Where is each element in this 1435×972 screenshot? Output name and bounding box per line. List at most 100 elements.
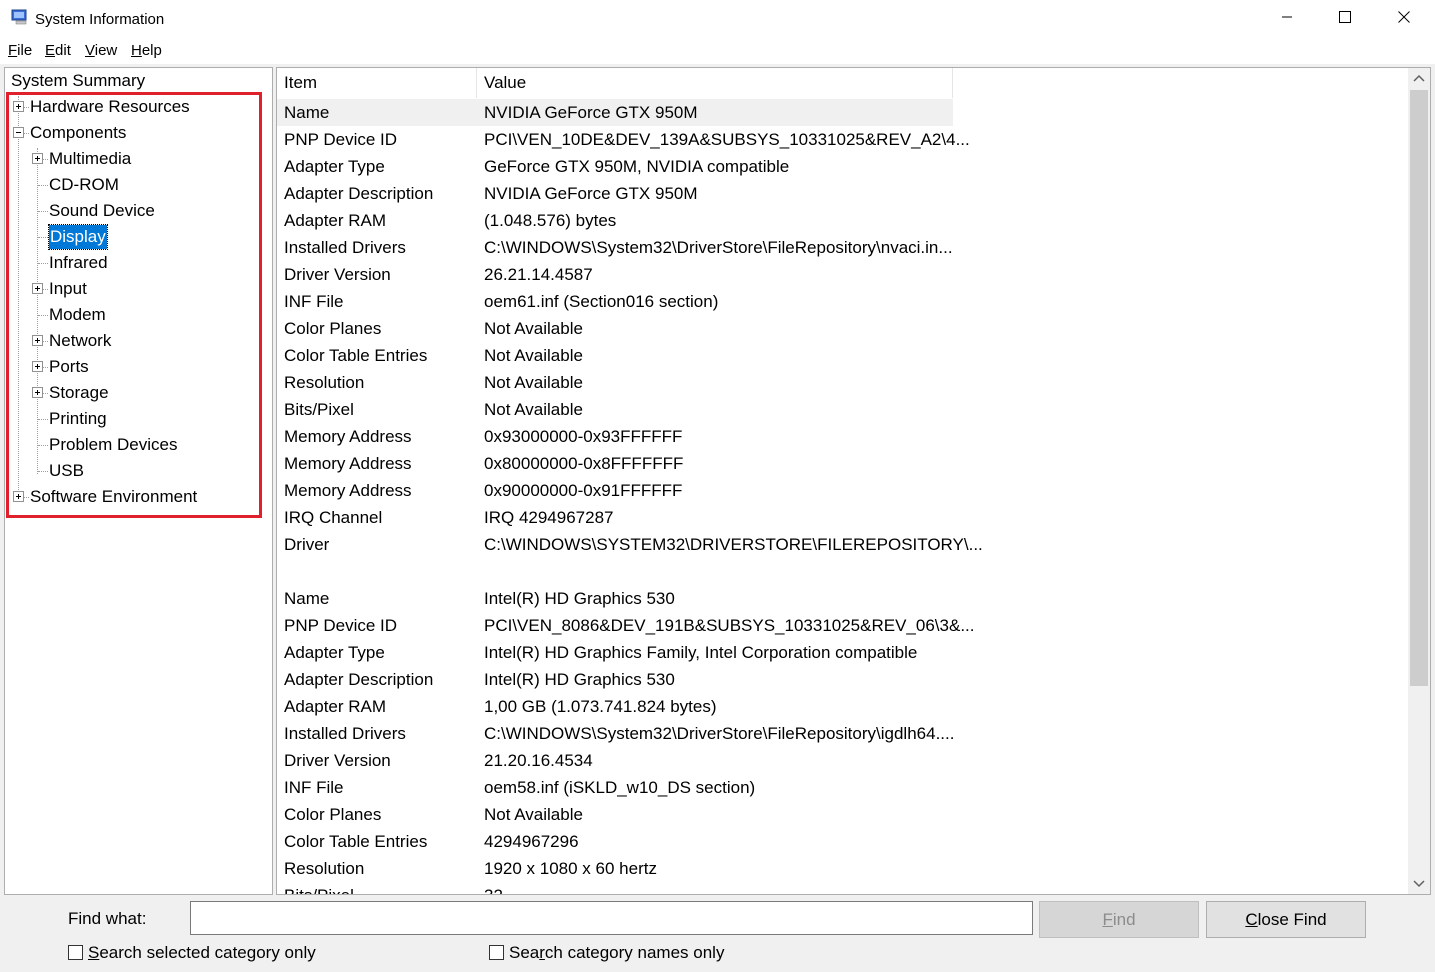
tree-item-label: Infrared [49,253,108,272]
table-row[interactable]: Bits/Pixel Not Available [277,396,953,423]
cell-value: NVIDIA GeForce GTX 950M [484,184,698,203]
table-row[interactable]: PNP Device ID PCI\VEN_8086&DEV_191B&SUBSY… [277,612,975,639]
column-header-value[interactable]: Value [477,68,953,98]
table-row[interactable]: Driver Version 26.21.14.4587 [277,261,953,288]
cell-value: 0x80000000-0x8FFFFFFF [484,454,684,473]
cell-value: Not Available [484,805,583,824]
cell-value: oem61.inf (Section016 section) [484,292,719,311]
table-row[interactable]: Adapter Type GeForce GTX 950M, NVIDIA com… [277,153,953,180]
category-tree[interactable]: System Summary Hardware Resources Componen… [4,67,273,895]
expand-plus-icon[interactable] [32,153,43,164]
tree-item-label: Problem Devices [49,435,178,454]
table-row[interactable]: Color Planes Not Available [277,315,953,342]
cell-item: Name [284,589,330,608]
table-row[interactable]: Installed Drivers C:\WINDOWS\System32\Dri… [277,720,954,747]
cell-item: Bits/Pixel [284,400,354,419]
table-row[interactable]: Driver C:\WINDOWS\SYSTEM32\DRIVERSTORE\FI… [277,531,983,558]
table-row[interactable]: Driver Version 21.20.16.4534 [277,747,953,774]
find-button[interactable]: Find [1039,901,1199,938]
scroll-up-button[interactable] [1408,68,1430,88]
table-row[interactable]: Resolution 1920 x 1080 x 60 hertz [277,855,953,882]
tree-item-software-environment[interactable]: Software Environment [5,485,265,509]
search-category-names-checkbox[interactable] [489,945,504,960]
search-category-names-label[interactable]: Search category names only [509,943,724,963]
expand-plus-icon[interactable] [32,387,43,398]
tree-item-usb[interactable]: USB [5,459,265,483]
search-selected-category-label[interactable]: Search selected category only [88,943,316,963]
table-row[interactable]: Memory Address 0x80000000-0x8FFFFFFF [277,450,953,477]
cell-item: IRQ Channel [284,508,383,527]
tree-item-hardware-resources[interactable]: Hardware Resources [5,95,265,119]
tree-connector-line [38,471,48,472]
cell-item: Adapter RAM [284,211,387,230]
minimize-button[interactable] [1258,0,1316,38]
search-selected-category-checkbox[interactable] [68,945,83,960]
expand-plus-icon[interactable] [32,335,43,346]
table-row[interactable]: Color Table Entries Not Available [277,342,953,369]
table-row[interactable] [277,558,953,585]
cell-item: Memory Address [284,427,412,446]
tree-item-label: Modem [49,305,106,324]
details-list[interactable]: Item Value Name NVIDIA GeForce GTX 950M PN… [276,67,1431,895]
table-row[interactable]: Installed Drivers C:\WINDOWS\System32\Dri… [277,234,953,261]
table-row[interactable]: Adapter Type Intel(R) HD Graphics Family,… [277,639,953,666]
cell-value: Intel(R) HD Graphics 530 [484,670,675,689]
expand-plus-icon[interactable] [32,361,43,372]
table-row[interactable]: Adapter Description NVIDIA GeForce GTX 95… [277,180,953,207]
tree-item-printing[interactable]: Printing [5,407,265,431]
cell-value: Not Available [484,400,583,419]
tree-item-ports[interactable]: Ports [5,355,265,379]
column-header-item[interactable]: Item [277,68,477,98]
cell-item: Color Table Entries [284,832,428,851]
tree-item-label: Software Environment [30,487,198,506]
find-bar: Find what: Find Close Find Search select… [0,896,1435,972]
expand-plus-icon[interactable] [32,283,43,294]
cell-value: Intel(R) HD Graphics Family, Intel Corpo… [484,643,918,662]
tree-item-network[interactable]: Network [5,329,265,353]
expand-plus-icon[interactable] [13,101,24,112]
table-row[interactable]: Adapter RAM 1,00 GB (1.073.741.824 bytes) [277,693,953,720]
cell-item: Bits/Pixel [284,882,354,894]
cell-value: 1920 x 1080 x 60 hertz [484,859,657,878]
menu-file[interactable]: File [8,42,32,59]
table-row[interactable]: Memory Address 0x93000000-0x93FFFFFF [277,423,953,450]
menu-help[interactable]: Help [131,42,162,59]
table-row[interactable]: INF File oem61.inf (Section016 section) [277,288,953,315]
tree-item-cd-rom[interactable]: CD-ROM [5,173,265,197]
vertical-scrollbar[interactable] [1408,68,1430,894]
cell-value: 0x93000000-0x93FFFFFF [484,427,683,446]
table-row[interactable]: Name NVIDIA GeForce GTX 950M [277,99,953,126]
table-row[interactable]: Adapter RAM (1.048.576) bytes [277,207,953,234]
tree-item-multimedia[interactable]: Multimedia [5,147,265,171]
table-row[interactable]: PNP Device ID PCI\VEN_10DE&DEV_139A&SUBSY… [277,126,970,153]
tree-item-components[interactable]: Components [5,121,265,145]
tree-connector-line [38,185,48,186]
table-row[interactable]: Memory Address 0x90000000-0x91FFFFFF [277,477,953,504]
tree-item-input[interactable]: Input [5,277,265,301]
tree-item-sound-device[interactable]: Sound Device [5,199,265,223]
find-what-input[interactable] [190,901,1033,935]
cell-value: C:\WINDOWS\SYSTEM32\DRIVERSTORE\FILEREPO… [484,535,983,554]
tree-item-modem[interactable]: Modem [5,303,265,327]
maximize-button[interactable] [1316,0,1374,38]
tree-item-storage[interactable]: Storage [5,381,265,405]
scroll-thumb[interactable] [1410,90,1428,686]
table-row[interactable]: Color Planes Not Available [277,801,953,828]
collapse-minus-icon[interactable] [13,127,24,138]
close-button[interactable] [1375,0,1433,38]
table-row[interactable]: Bits/Pixel 32 [277,882,953,894]
table-row[interactable]: IRQ Channel IRQ 4294967287 [277,504,953,531]
menu-view[interactable]: View [85,42,117,59]
table-row[interactable]: INF File oem58.inf (iSKLD_w10_DS section) [277,774,953,801]
tree-item-problem-devices[interactable]: Problem Devices [5,433,265,457]
table-row[interactable]: Adapter Description Intel(R) HD Graphics … [277,666,953,693]
table-row[interactable]: Color Table Entries 4294967296 [277,828,953,855]
expand-plus-icon[interactable] [13,491,24,502]
menu-edit[interactable]: Edit [45,42,71,59]
table-row[interactable]: Name Intel(R) HD Graphics 530 [277,585,953,612]
scroll-down-button[interactable] [1408,874,1430,894]
tree-item-infrared[interactable]: Infrared [5,251,265,275]
tree-item-display[interactable]: Display [5,224,265,250]
table-row[interactable]: Resolution Not Available [277,369,953,396]
close-find-button[interactable]: Close Find [1206,901,1366,938]
